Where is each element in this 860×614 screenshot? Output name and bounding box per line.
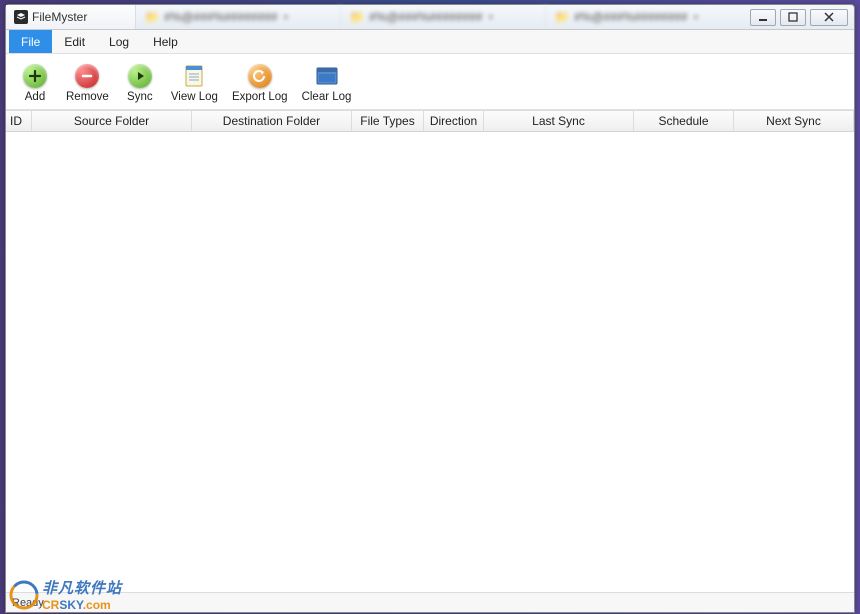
column-direction[interactable]: Direction xyxy=(424,111,484,131)
add-button[interactable]: Add xyxy=(12,58,58,108)
tab-blur-text: #%@###%######## xyxy=(369,10,483,24)
tool-label: Sync xyxy=(127,91,153,103)
tab-filemyster[interactable]: FileMyster xyxy=(6,5,136,29)
chevron-down-icon: ▾ xyxy=(284,12,289,23)
tab-label: FileMyster xyxy=(32,10,87,24)
export-log-button[interactable]: Export Log xyxy=(226,58,294,108)
chevron-down-icon: ▾ xyxy=(489,12,494,23)
table-header: ID Source Folder Destination Folder File… xyxy=(6,110,854,132)
tool-label: Remove xyxy=(66,91,109,103)
titlebar: FileMyster 📁 #%@###%######## ▾ 📁 #%@###%… xyxy=(6,5,854,30)
window-controls xyxy=(750,5,854,29)
tab-blur-text: #%@###%######## xyxy=(164,10,278,24)
remove-button[interactable]: Remove xyxy=(60,58,115,108)
document-icon xyxy=(181,63,207,89)
maximize-button[interactable] xyxy=(780,9,806,26)
menubar: File Edit Log Help xyxy=(6,30,854,54)
column-destination-folder[interactable]: Destination Folder xyxy=(192,111,352,131)
export-icon xyxy=(247,63,273,89)
clear-icon xyxy=(314,63,340,89)
chevron-down-icon: ▾ xyxy=(694,12,699,23)
close-icon xyxy=(823,12,835,22)
clear-log-button[interactable]: Clear Log xyxy=(296,58,358,108)
folder-icon: 📁 xyxy=(554,9,570,25)
tool-label: View Log xyxy=(171,91,218,103)
column-schedule[interactable]: Schedule xyxy=(634,111,734,131)
tab-blur-text: #%@###%######## xyxy=(574,10,688,24)
toolbar: Add Remove Sync xyxy=(6,54,854,110)
close-button[interactable] xyxy=(810,9,848,26)
app-icon xyxy=(14,10,28,24)
folder-icon: 📁 xyxy=(349,9,365,25)
tab-background-1[interactable]: 📁 #%@###%######## ▾ xyxy=(136,5,341,29)
play-icon xyxy=(127,63,153,89)
minimize-button[interactable] xyxy=(750,9,776,26)
minimize-icon xyxy=(758,12,768,22)
tool-label: Clear Log xyxy=(302,91,352,103)
menu-help[interactable]: Help xyxy=(141,30,190,53)
tab-background-2[interactable]: 📁 #%@###%######## ▾ xyxy=(341,5,546,29)
column-next-sync[interactable]: Next Sync xyxy=(734,111,854,131)
tool-label: Add xyxy=(25,91,45,103)
menu-file[interactable]: File xyxy=(9,30,52,53)
column-id[interactable]: ID xyxy=(6,111,32,131)
maximize-icon xyxy=(788,12,798,22)
minus-icon xyxy=(74,63,100,89)
tab-background-3[interactable]: 📁 #%@###%######## ▾ xyxy=(546,5,750,29)
view-log-button[interactable]: View Log xyxy=(165,58,224,108)
table-body[interactable] xyxy=(6,132,854,592)
column-file-types[interactable]: File Types xyxy=(352,111,424,131)
menu-log[interactable]: Log xyxy=(97,30,141,53)
sync-button[interactable]: Sync xyxy=(117,58,163,108)
plus-icon xyxy=(22,63,48,89)
tool-label: Export Log xyxy=(232,91,288,103)
status-text: Ready xyxy=(12,597,44,609)
status-bar: Ready xyxy=(6,592,854,612)
app-window: FileMyster 📁 #%@###%######## ▾ 📁 #%@###%… xyxy=(5,4,855,613)
column-source-folder[interactable]: Source Folder xyxy=(32,111,192,131)
column-last-sync[interactable]: Last Sync xyxy=(484,111,634,131)
menu-edit[interactable]: Edit xyxy=(52,30,97,53)
folder-icon: 📁 xyxy=(144,9,160,25)
